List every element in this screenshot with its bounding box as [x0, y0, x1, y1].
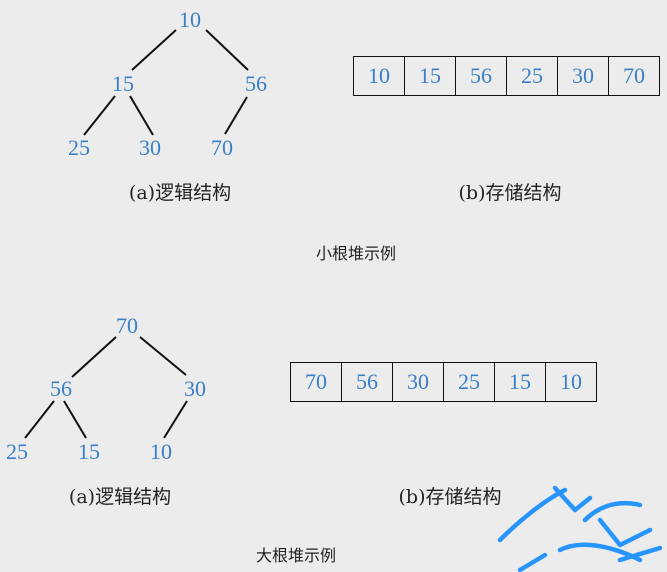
watermark-logo [497, 485, 663, 572]
